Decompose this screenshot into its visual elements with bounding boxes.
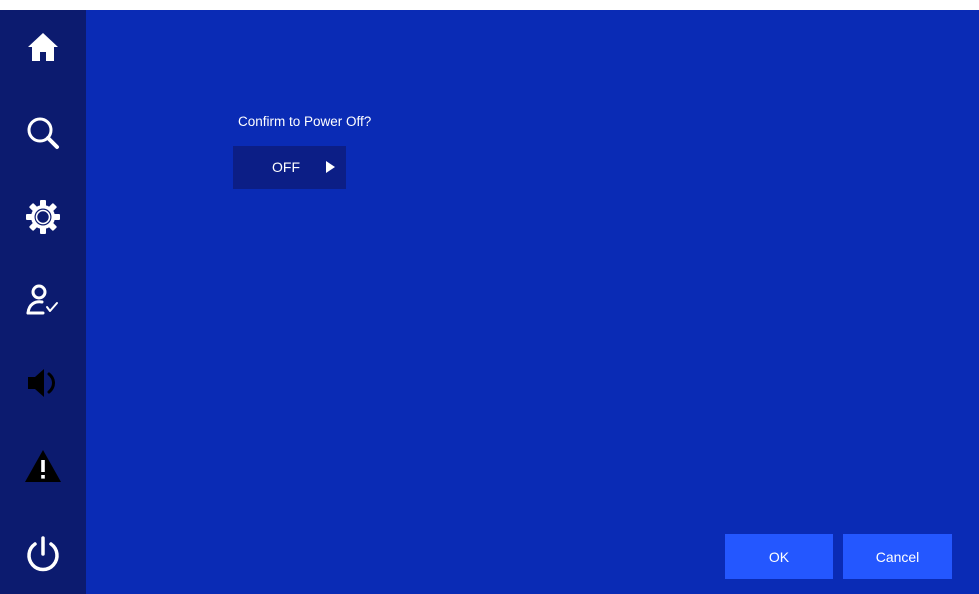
sidebar-item-power[interactable] [0, 520, 86, 590]
home-icon [26, 31, 60, 63]
speaker-icon [25, 365, 61, 401]
user-check-icon [25, 282, 61, 318]
power-state-value: OFF [272, 159, 300, 175]
sidebar-item-volume[interactable] [0, 348, 86, 418]
sidebar [0, 10, 86, 594]
sidebar-item-search[interactable] [0, 98, 86, 168]
cancel-button[interactable]: Cancel [843, 534, 952, 579]
search-icon [25, 115, 61, 151]
sidebar-item-home[interactable] [0, 12, 86, 82]
power-off-prompt: Confirm to Power Off? [238, 114, 372, 129]
power-state-select[interactable]: OFF [233, 146, 346, 189]
power-off-screen: Confirm to Power Off? OFF OK Cancel [0, 10, 979, 594]
warning-icon [24, 448, 62, 484]
ok-button[interactable]: OK [725, 534, 833, 579]
play-arrow-icon [326, 161, 335, 173]
sidebar-item-settings[interactable] [0, 182, 86, 252]
sidebar-item-user[interactable] [0, 265, 86, 335]
power-icon [23, 535, 63, 575]
sidebar-item-alarm[interactable] [0, 431, 86, 501]
gear-icon [25, 199, 61, 235]
